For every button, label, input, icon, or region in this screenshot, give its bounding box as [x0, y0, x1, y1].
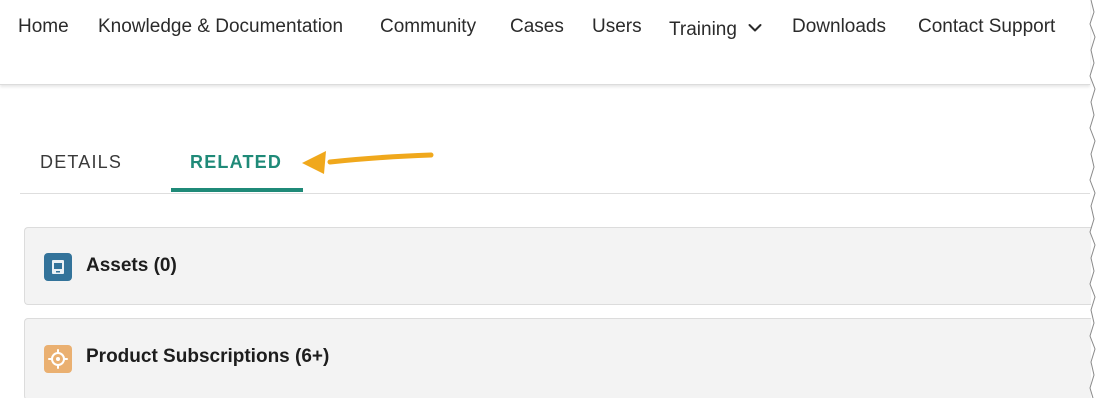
card-title-product-subscriptions[interactable]: Product Subscriptions (6+) — [86, 346, 329, 368]
top-navigation: Home Knowledge & Documentation Community… — [0, 0, 1090, 85]
nav-home[interactable]: Home — [18, 16, 69, 38]
nav-knowledge-documentation[interactable]: Knowledge & Documentation — [98, 16, 343, 38]
screenshot-frame: Home Knowledge & Documentation Community… — [0, 0, 1100, 398]
nav-training-label: Training — [669, 19, 737, 40]
chevron-down-icon — [748, 17, 762, 39]
tab-related[interactable]: RELATED — [190, 152, 282, 173]
asset-icon — [44, 253, 72, 281]
nav-community[interactable]: Community — [380, 16, 476, 38]
nav-users[interactable]: Users — [592, 16, 642, 38]
active-tab-indicator — [171, 188, 303, 192]
record-tabs: DETAILS RELATED — [20, 146, 1090, 194]
card-title-assets[interactable]: Assets (0) — [86, 255, 177, 277]
torn-edge-decoration — [1086, 0, 1100, 398]
nav-cases[interactable]: Cases — [510, 16, 564, 38]
related-card-product-subscriptions[interactable]: Product Subscriptions (6+) — [24, 318, 1091, 398]
nav-contact-support[interactable]: Contact Support — [918, 16, 1055, 38]
tab-details[interactable]: DETAILS — [40, 152, 122, 173]
nav-downloads[interactable]: Downloads — [792, 16, 886, 38]
related-card-assets[interactable]: Assets (0) — [24, 227, 1091, 305]
subscription-icon — [44, 345, 72, 373]
nav-training[interactable]: Training — [669, 19, 762, 41]
annotation-arrow-icon — [296, 143, 436, 188]
